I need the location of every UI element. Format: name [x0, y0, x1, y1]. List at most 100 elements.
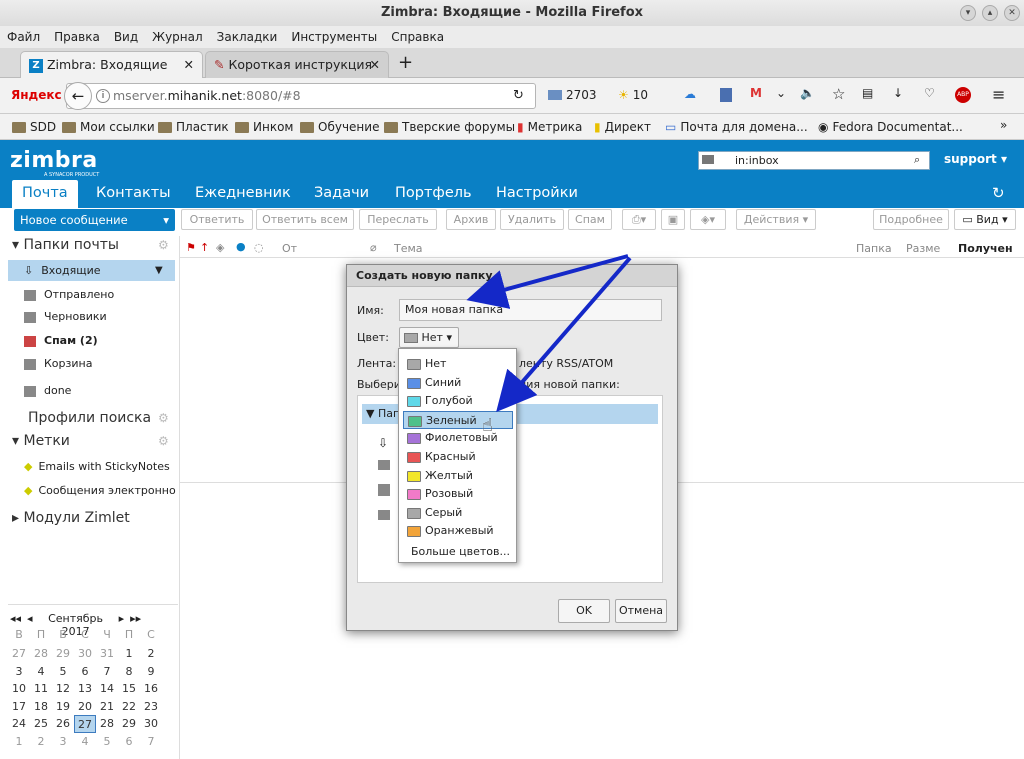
calendar-day[interactable]: 30	[74, 645, 96, 663]
bookmark-fedora[interactable]: ◉ Fedora Documentat...	[818, 118, 963, 136]
menu-history[interactable]: Журнал	[145, 26, 210, 48]
search-input[interactable]: in:inbox	[698, 151, 930, 170]
color-option-7[interactable]: Розовый	[403, 485, 513, 503]
calendar-day[interactable]: 25	[30, 715, 52, 733]
folder-trash[interactable]: Корзина	[24, 357, 92, 370]
tag-stickynotes[interactable]: ◆ Emails with StickyNotes	[24, 460, 170, 473]
yandex-search-engine[interactable]: Яндекс	[11, 88, 62, 102]
tag-button[interactable]: ◈▾	[690, 209, 726, 230]
calendar-day[interactable]: 26	[52, 715, 74, 733]
user-menu[interactable]: support ▾	[944, 152, 1007, 166]
tab-mail[interactable]: Почта	[12, 180, 78, 208]
calendar-day[interactable]: 18	[30, 698, 52, 716]
calendar-day[interactable]: 9	[140, 663, 162, 681]
bookmark-inkom[interactable]: Инком	[235, 118, 293, 136]
calendar-day[interactable]: 1	[118, 645, 140, 663]
calendar-day[interactable]: 6	[74, 663, 96, 681]
folder-spam[interactable]: Спам (2)	[24, 334, 98, 347]
sticky-note-button[interactable]: ▣	[661, 209, 685, 230]
dropdown-arrow-icon[interactable]: ▼	[155, 265, 163, 276]
reply-all-button[interactable]: Ответить всем	[256, 209, 354, 230]
calendar-day[interactable]: 27	[74, 715, 96, 733]
maximize-button[interactable]: ▴	[982, 5, 998, 21]
cancel-button[interactable]: Отмена	[615, 599, 667, 623]
bookmark-metrika[interactable]: ▮ Метрика	[517, 118, 582, 136]
archive-button[interactable]: Архив	[446, 209, 496, 230]
url-bar[interactable]: mserver.mihanik.net:8080/#8	[66, 83, 536, 109]
delete-button[interactable]: Удалить	[500, 209, 564, 230]
calendar-day[interactable]: 28	[30, 645, 52, 663]
column-from[interactable]: От	[282, 242, 297, 255]
color-option-1[interactable]: Синий	[403, 374, 513, 392]
calendar-day[interactable]: 21	[96, 698, 118, 716]
cloud-icon[interactable]: ☁	[684, 87, 696, 101]
color-option-2[interactable]: Голубой	[403, 392, 513, 410]
calendar-day[interactable]: 4	[74, 733, 96, 751]
tag-column-icon[interactable]: ◈	[216, 241, 224, 254]
search-icon[interactable]: ⌕	[914, 153, 920, 167]
calendar-day[interactable]: 5	[96, 733, 118, 751]
forward-button[interactable]: Переслать	[359, 209, 437, 230]
folder-name-input[interactable]: Моя новая папка	[399, 299, 662, 321]
ok-button[interactable]: OK	[558, 599, 610, 623]
menu-view[interactable]: Вид	[107, 26, 145, 48]
speaker-icon[interactable]: 🔈	[800, 86, 815, 100]
search-profiles-header[interactable]: Профили поиска	[28, 410, 151, 426]
calendar-day[interactable]: 27	[8, 645, 30, 663]
status-column-icon[interactable]: ◌	[254, 241, 264, 254]
mail-search-type-icon[interactable]	[702, 155, 714, 164]
weather-widget[interactable]: ☀ 10	[618, 88, 648, 102]
adblock-icon[interactable]: ABP	[955, 87, 971, 103]
gear-icon[interactable]: ⚙	[158, 434, 169, 448]
calendar-day[interactable]: 7	[140, 733, 162, 751]
calendar-day[interactable]: 31	[96, 645, 118, 663]
color-option-6[interactable]: Желтый	[403, 467, 513, 485]
bookmark-direct[interactable]: ▮ Директ	[594, 118, 651, 136]
tags-header[interactable]: ▾ Метки	[12, 433, 70, 449]
minimize-button[interactable]: ▾	[960, 5, 976, 21]
calendar-day[interactable]: 16	[140, 680, 162, 698]
menu-bookmarks[interactable]: Закладки	[210, 26, 285, 48]
calendar-day[interactable]: 24	[8, 715, 30, 733]
tab-preferences[interactable]: Настройки	[486, 180, 588, 208]
print-button[interactable]: ⎙▾	[622, 209, 656, 230]
calendar-day[interactable]: 6	[118, 733, 140, 751]
calendar-day[interactable]: 3	[8, 663, 30, 681]
actions-button[interactable]: Действия ▾	[736, 209, 816, 230]
back-button[interactable]: ←	[64, 82, 92, 110]
info-icon[interactable]: i	[96, 89, 110, 103]
menu-tools[interactable]: Инструменты	[284, 26, 384, 48]
bookmark-my-links[interactable]: Мои ссылки	[62, 118, 155, 136]
folder-drafts[interactable]: Черновики	[24, 310, 107, 323]
calendar-day[interactable]: 23	[140, 698, 162, 716]
menu-help[interactable]: Справка	[384, 26, 451, 48]
tab-zimbra[interactable]: Z Zimbra: Входящие ✕	[20, 51, 203, 78]
reading-list-icon[interactable]: ▤	[862, 86, 873, 100]
tab-briefcase[interactable]: Портфель	[385, 180, 482, 208]
calendar-day[interactable]: 19	[52, 698, 74, 716]
calendar-day[interactable]: 1	[8, 733, 30, 751]
flag-icon[interactable]: ⚑	[186, 241, 196, 254]
pocket-down-icon[interactable]: ⌄	[776, 86, 786, 100]
column-folder[interactable]: Папка	[856, 242, 892, 255]
pocket-icon[interactable]: ♡	[924, 86, 935, 100]
priority-icon[interactable]: ↑	[200, 241, 209, 254]
gear-icon[interactable]: ⚙	[158, 238, 169, 252]
color-option-5[interactable]: Красный	[403, 448, 513, 466]
column-size[interactable]: Разме	[906, 242, 940, 255]
view-button[interactable]: ▭ Вид ▾	[954, 209, 1016, 230]
color-option-8[interactable]: Серый	[403, 504, 513, 522]
bookmark-plastic[interactable]: Пластик	[158, 118, 229, 136]
tab-calendar[interactable]: Ежедневник	[185, 180, 301, 208]
bookmark-training[interactable]: Обучение	[300, 118, 379, 136]
tab-close-icon[interactable]: ✕	[370, 52, 380, 77]
folder-done[interactable]: done	[24, 384, 71, 397]
folder-inbox[interactable]: ⇩ Входящие	[24, 264, 101, 277]
spam-button[interactable]: Спам	[568, 209, 612, 230]
tab-tasks[interactable]: Задачи	[304, 180, 379, 208]
menu-file[interactable]: Файл	[0, 26, 47, 48]
download-icon[interactable]: ↓	[893, 86, 903, 100]
color-option-9[interactable]: Оранжевый	[403, 522, 513, 540]
bookmark-tver-forums[interactable]: Тверские форумы	[384, 118, 515, 136]
reply-button[interactable]: Ответить	[181, 209, 253, 230]
